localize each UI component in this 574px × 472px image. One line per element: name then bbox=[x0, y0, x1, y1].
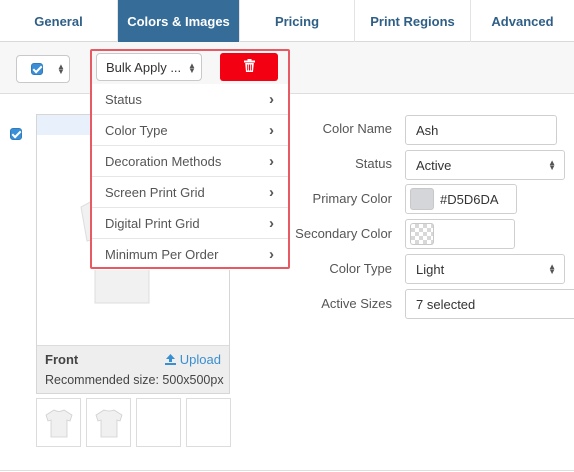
image-footer: Front Upload Recommended size: 500x500px bbox=[37, 345, 229, 393]
upload-link[interactable]: Upload bbox=[165, 352, 221, 367]
image-side-label: Front bbox=[45, 352, 79, 367]
thumbnail-empty[interactable] bbox=[136, 398, 181, 447]
active-sizes-select[interactable]: 7 selected bbox=[405, 289, 574, 319]
updown-caret-icon: ▲ ▼ bbox=[188, 61, 196, 75]
upload-label: Upload bbox=[179, 352, 221, 367]
chevron-right-icon: › bbox=[269, 246, 274, 263]
status-value: Active bbox=[416, 157, 452, 173]
select-all-dropdown[interactable]: ▲ ▼ bbox=[16, 55, 70, 83]
color-name-label: Color Name bbox=[322, 121, 392, 136]
bulk-apply-label: Bulk Apply ... bbox=[106, 59, 182, 75]
transparent-swatch-icon[interactable] bbox=[410, 223, 434, 245]
color-type-select[interactable]: Light ▲ ▼ bbox=[405, 254, 565, 284]
tab-advanced[interactable]: Advanced bbox=[471, 0, 574, 42]
menu-item-label: Digital Print Grid bbox=[105, 215, 200, 231]
tab-pricing[interactable]: Pricing bbox=[240, 0, 355, 42]
color-name-value: Ash bbox=[416, 122, 439, 138]
bulk-apply-button[interactable]: Bulk Apply ... ▲ ▼ bbox=[96, 53, 202, 81]
tab-general[interactable]: General bbox=[0, 0, 118, 42]
thumbnail-strip bbox=[36, 398, 231, 447]
color-type-value: Light bbox=[416, 261, 445, 277]
chevron-right-icon: › bbox=[269, 183, 274, 201]
color-name-input[interactable]: Ash bbox=[405, 115, 557, 145]
chevron-right-icon: › bbox=[269, 90, 274, 108]
trash-icon bbox=[243, 59, 255, 75]
menu-item-color-type[interactable]: Color Type › bbox=[92, 115, 288, 146]
menu-item-status[interactable]: Status › bbox=[92, 84, 288, 115]
tshirt-thumbnail-icon bbox=[45, 409, 72, 437]
tab-bar: General Colors & Images Pricing Print Re… bbox=[0, 0, 574, 42]
primary-color-value: #D5D6DA bbox=[440, 191, 499, 207]
primary-color-swatch[interactable] bbox=[410, 188, 434, 210]
primary-color-picker[interactable]: #D5D6DA bbox=[405, 184, 517, 214]
chevron-right-icon: › bbox=[269, 152, 274, 170]
thumbnail-front[interactable] bbox=[36, 398, 81, 447]
updown-caret-icon: ▲ ▼ bbox=[548, 158, 556, 172]
menu-item-label: Color Type bbox=[105, 122, 168, 138]
recommended-size: Recommended size: 500x500px bbox=[45, 373, 224, 387]
menu-item-digital-print-grid[interactable]: Digital Print Grid › bbox=[92, 208, 288, 239]
menu-item-minimum-per-order[interactable]: Minimum Per Order › bbox=[92, 239, 288, 270]
chevron-right-icon: › bbox=[269, 214, 274, 232]
row-checkbox[interactable] bbox=[10, 128, 22, 140]
updown-caret-icon: ▲ ▼ bbox=[548, 262, 556, 276]
active-sizes-label: Active Sizes bbox=[321, 296, 392, 311]
bulk-apply-menu: Status › Color Type › Decoration Methods… bbox=[92, 84, 288, 270]
select-all-checkbox[interactable] bbox=[31, 63, 43, 75]
status-label: Status bbox=[355, 156, 392, 171]
upload-icon bbox=[165, 352, 180, 367]
primary-color-label: Primary Color bbox=[312, 191, 392, 206]
thumbnail-empty[interactable] bbox=[186, 398, 231, 447]
thumbnail-back[interactable] bbox=[86, 398, 131, 447]
menu-item-screen-print-grid[interactable]: Screen Print Grid › bbox=[92, 177, 288, 208]
updown-caret-icon: ▲ ▼ bbox=[57, 62, 65, 76]
menu-item-decoration-methods[interactable]: Decoration Methods › bbox=[92, 146, 288, 177]
delete-button[interactable] bbox=[220, 53, 278, 81]
menu-item-label: Minimum Per Order bbox=[105, 247, 219, 262]
menu-item-label: Status bbox=[105, 91, 142, 107]
chevron-right-icon: › bbox=[269, 121, 274, 139]
secondary-color-label: Secondary Color bbox=[295, 226, 392, 241]
tab-colors-images[interactable]: Colors & Images bbox=[118, 0, 240, 42]
active-sizes-value: 7 selected bbox=[416, 296, 476, 312]
menu-item-label: Screen Print Grid bbox=[105, 184, 205, 200]
tshirt-thumbnail-icon bbox=[95, 409, 122, 437]
tab-print-regions[interactable]: Print Regions bbox=[355, 0, 471, 42]
menu-item-label: Decoration Methods bbox=[105, 153, 222, 169]
color-type-label: Color Type bbox=[329, 261, 392, 276]
secondary-color-picker[interactable] bbox=[405, 219, 515, 249]
divider bbox=[0, 470, 574, 471]
status-select[interactable]: Active ▲ ▼ bbox=[405, 150, 565, 180]
